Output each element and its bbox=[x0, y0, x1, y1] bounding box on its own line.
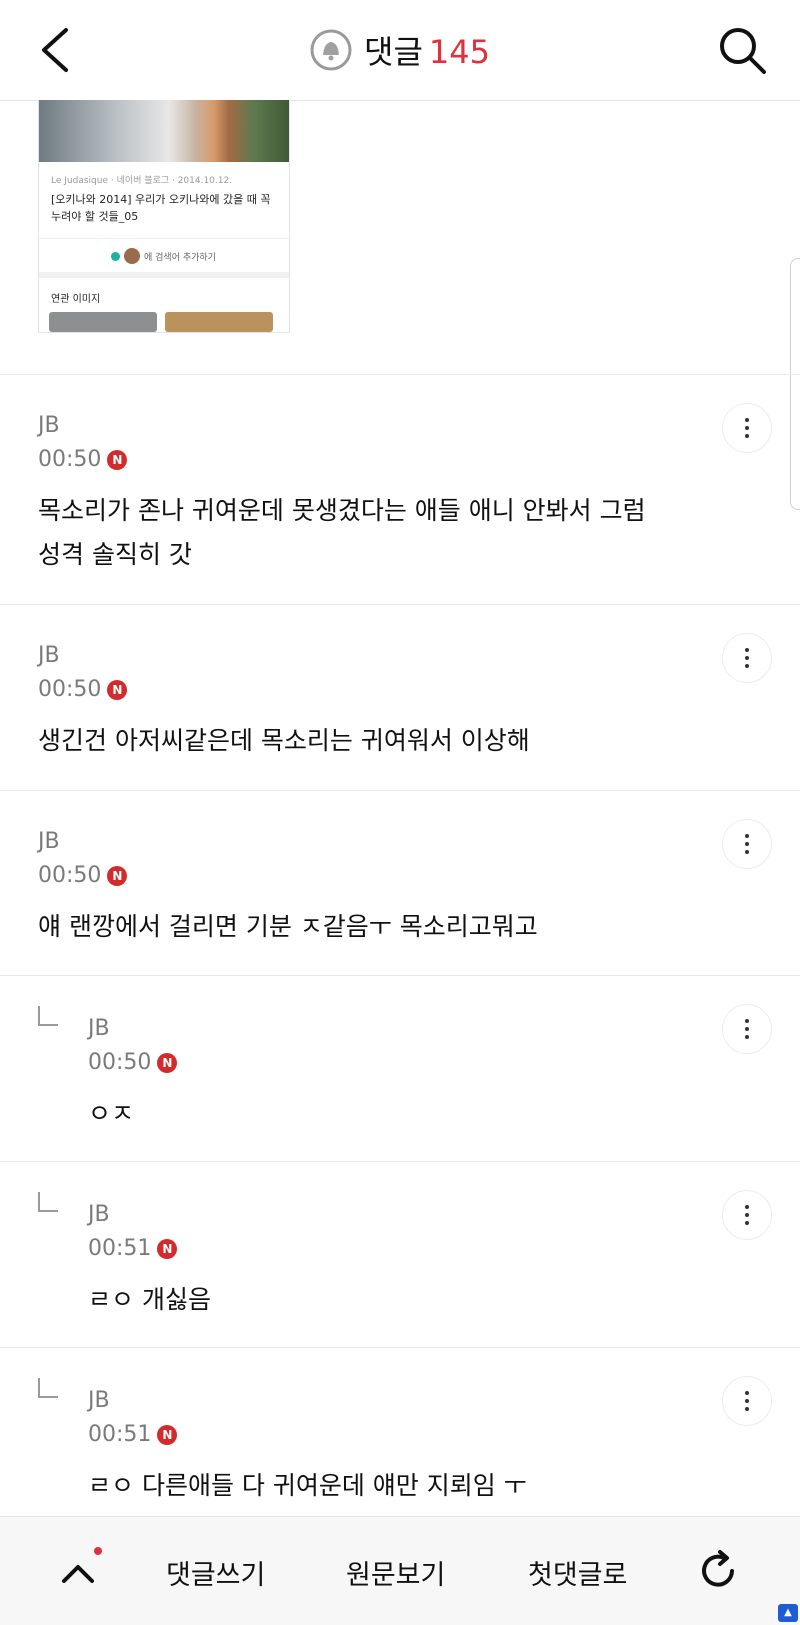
comment-text-line: 성격 솔직히 갓 bbox=[38, 540, 192, 569]
page-title: 댓글 145 bbox=[364, 27, 490, 73]
comment-text-line: ㄹㅇ 다른애들 다 귀여운데 얘만 지뢰임 ㅜ bbox=[88, 1471, 527, 1500]
reply-item: JB 00:51 N ㄹㅇ 다른애들 다 귀여운데 얘만 지뢰임 ㅜ bbox=[0, 1347, 800, 1518]
comment-text-line: 얘 랜깡에서 걸리면 기분 ㅈ같음ㅜ 목소리고뭐고 bbox=[38, 912, 538, 941]
write-comment-button[interactable]: 댓글쓰기 bbox=[166, 1553, 265, 1592]
comment-item: JB 00:50 N 생긴건 아저씨같은데 목소리는 귀여워서 이상해 bbox=[0, 604, 800, 791]
comment-text-line: 목소리가 존나 귀여운데 못생겼다는 애들 애니 안봐서 그럼 bbox=[38, 496, 646, 525]
comment-time: 00:50 N bbox=[88, 1050, 178, 1075]
comment-count: 145 bbox=[428, 33, 490, 71]
notification-dot bbox=[94, 1547, 102, 1555]
comment-author: JB bbox=[88, 1016, 110, 1041]
related-thumbnail bbox=[49, 312, 157, 332]
comment-time-value: 00:51 bbox=[88, 1422, 152, 1447]
comment-text: ㄹㅇ 개싫음 bbox=[88, 1278, 211, 1322]
comment-author: JB bbox=[88, 1202, 110, 1227]
attached-photo bbox=[39, 100, 289, 162]
comment-author: JB bbox=[88, 1388, 110, 1413]
related-thumbnail bbox=[165, 312, 273, 332]
comment-time-value: 00:51 bbox=[88, 1236, 152, 1261]
related-images-label: 연관 이미지 bbox=[51, 294, 101, 305]
comment-time-value: 00:50 bbox=[38, 863, 102, 888]
page-title-label: 댓글 bbox=[364, 33, 423, 71]
comment-author: JB bbox=[38, 829, 60, 854]
comment-time-value: 00:50 bbox=[38, 677, 102, 702]
comment-author: JB bbox=[38, 643, 60, 668]
comment-time: 00:51 N bbox=[88, 1422, 178, 1447]
comment-text-line: ㄹㅇ 개싫음 bbox=[88, 1285, 211, 1314]
comment-time: 00:50 N bbox=[38, 447, 128, 472]
comment-time-value: 00:50 bbox=[38, 447, 102, 472]
reply-arrow-icon bbox=[38, 1006, 58, 1026]
plus-icon bbox=[111, 251, 120, 261]
bell-icon[interactable] bbox=[310, 29, 352, 71]
comment-time: 00:51 N bbox=[88, 1236, 178, 1261]
more-options-button[interactable] bbox=[722, 819, 772, 869]
more-options-button[interactable] bbox=[722, 403, 772, 453]
reply-arrow-icon bbox=[38, 1192, 58, 1212]
header-title-group: 댓글 145 bbox=[0, 0, 800, 100]
bottom-toolbar: 댓글쓰기 원문보기 첫댓글로 bbox=[0, 1516, 800, 1625]
chevron-up-icon[interactable] bbox=[58, 1553, 98, 1593]
avatar bbox=[124, 248, 140, 264]
blog-title: [오키나와 2014] 우리가 오키나와에 갔을 때 꼭 누려야 할 것들_05 bbox=[51, 193, 271, 223]
comment-text: 목소리가 존나 귀여운데 못생겼다는 애들 애니 안봐서 그럼 성격 솔직히 갓 bbox=[38, 489, 646, 577]
divider bbox=[39, 272, 289, 278]
refresh-icon[interactable] bbox=[694, 1547, 742, 1595]
reply-item: JB 00:50 N ㅇㅈ bbox=[0, 975, 800, 1162]
search-add-row: 에 검색어 추가하기 bbox=[111, 248, 216, 264]
reply-arrow-icon bbox=[38, 1378, 58, 1398]
comment-text: 생긴건 아저씨같은데 목소리는 귀여워서 이상해 bbox=[38, 719, 530, 763]
attached-image[interactable]: Le Judasique · 네이버 블로그 · 2014.10.12. [오키… bbox=[38, 100, 290, 333]
blog-source-line: Le Judasique · 네이버 블로그 · 2014.10.12. bbox=[51, 176, 233, 186]
more-options-button[interactable] bbox=[722, 633, 772, 683]
new-badge: N bbox=[107, 865, 128, 886]
comment-text: 얘 랜깡에서 걸리면 기분 ㅈ같음ㅜ 목소리고뭐고 bbox=[38, 905, 538, 949]
comment-text: ㅇㅈ bbox=[88, 1092, 134, 1136]
new-badge: N bbox=[157, 1424, 178, 1445]
divider bbox=[39, 238, 289, 239]
comment-text-line: ㅇㅈ bbox=[88, 1099, 135, 1128]
comment-time: 00:50 N bbox=[38, 863, 128, 888]
more-options-button[interactable] bbox=[722, 1376, 772, 1426]
reply-item: JB 00:51 N ㄹㅇ 개싫음 bbox=[0, 1161, 800, 1348]
more-options-button[interactable] bbox=[722, 1004, 772, 1054]
search-add-label: 에 검색어 추가하기 bbox=[144, 252, 216, 263]
comment-text-line: 생긴건 아저씨같은데 목소리는 귀여워서 이상해 bbox=[38, 726, 530, 755]
new-badge: N bbox=[157, 1238, 178, 1259]
new-badge: N bbox=[107, 679, 128, 700]
comment-item: JB 00:50 N 얘 랜깡에서 걸리면 기분 ㅈ같음ㅜ 목소리고뭐고 bbox=[0, 790, 800, 976]
comment-item: JB 00:50 N 목소리가 존나 귀여운데 못생겼다는 애들 애니 안봐서 … bbox=[0, 374, 800, 605]
more-options-button[interactable] bbox=[722, 1190, 772, 1240]
comment-time: 00:50 N bbox=[38, 677, 128, 702]
view-original-button[interactable]: 원문보기 bbox=[346, 1553, 445, 1592]
comment-text: ㄹㅇ 다른애들 다 귀여운데 얘만 지뢰임 ㅜ bbox=[88, 1464, 527, 1508]
first-comment-button[interactable]: 첫댓글로 bbox=[528, 1553, 627, 1592]
new-badge: N bbox=[157, 1052, 178, 1073]
header-bar: 댓글 145 bbox=[0, 0, 800, 101]
comment-author: JB bbox=[38, 413, 60, 438]
search-icon[interactable] bbox=[716, 24, 770, 78]
app-indicator-icon: ▲ bbox=[778, 1604, 798, 1622]
new-badge: N bbox=[107, 449, 128, 470]
comment-time-value: 00:50 bbox=[88, 1050, 152, 1075]
